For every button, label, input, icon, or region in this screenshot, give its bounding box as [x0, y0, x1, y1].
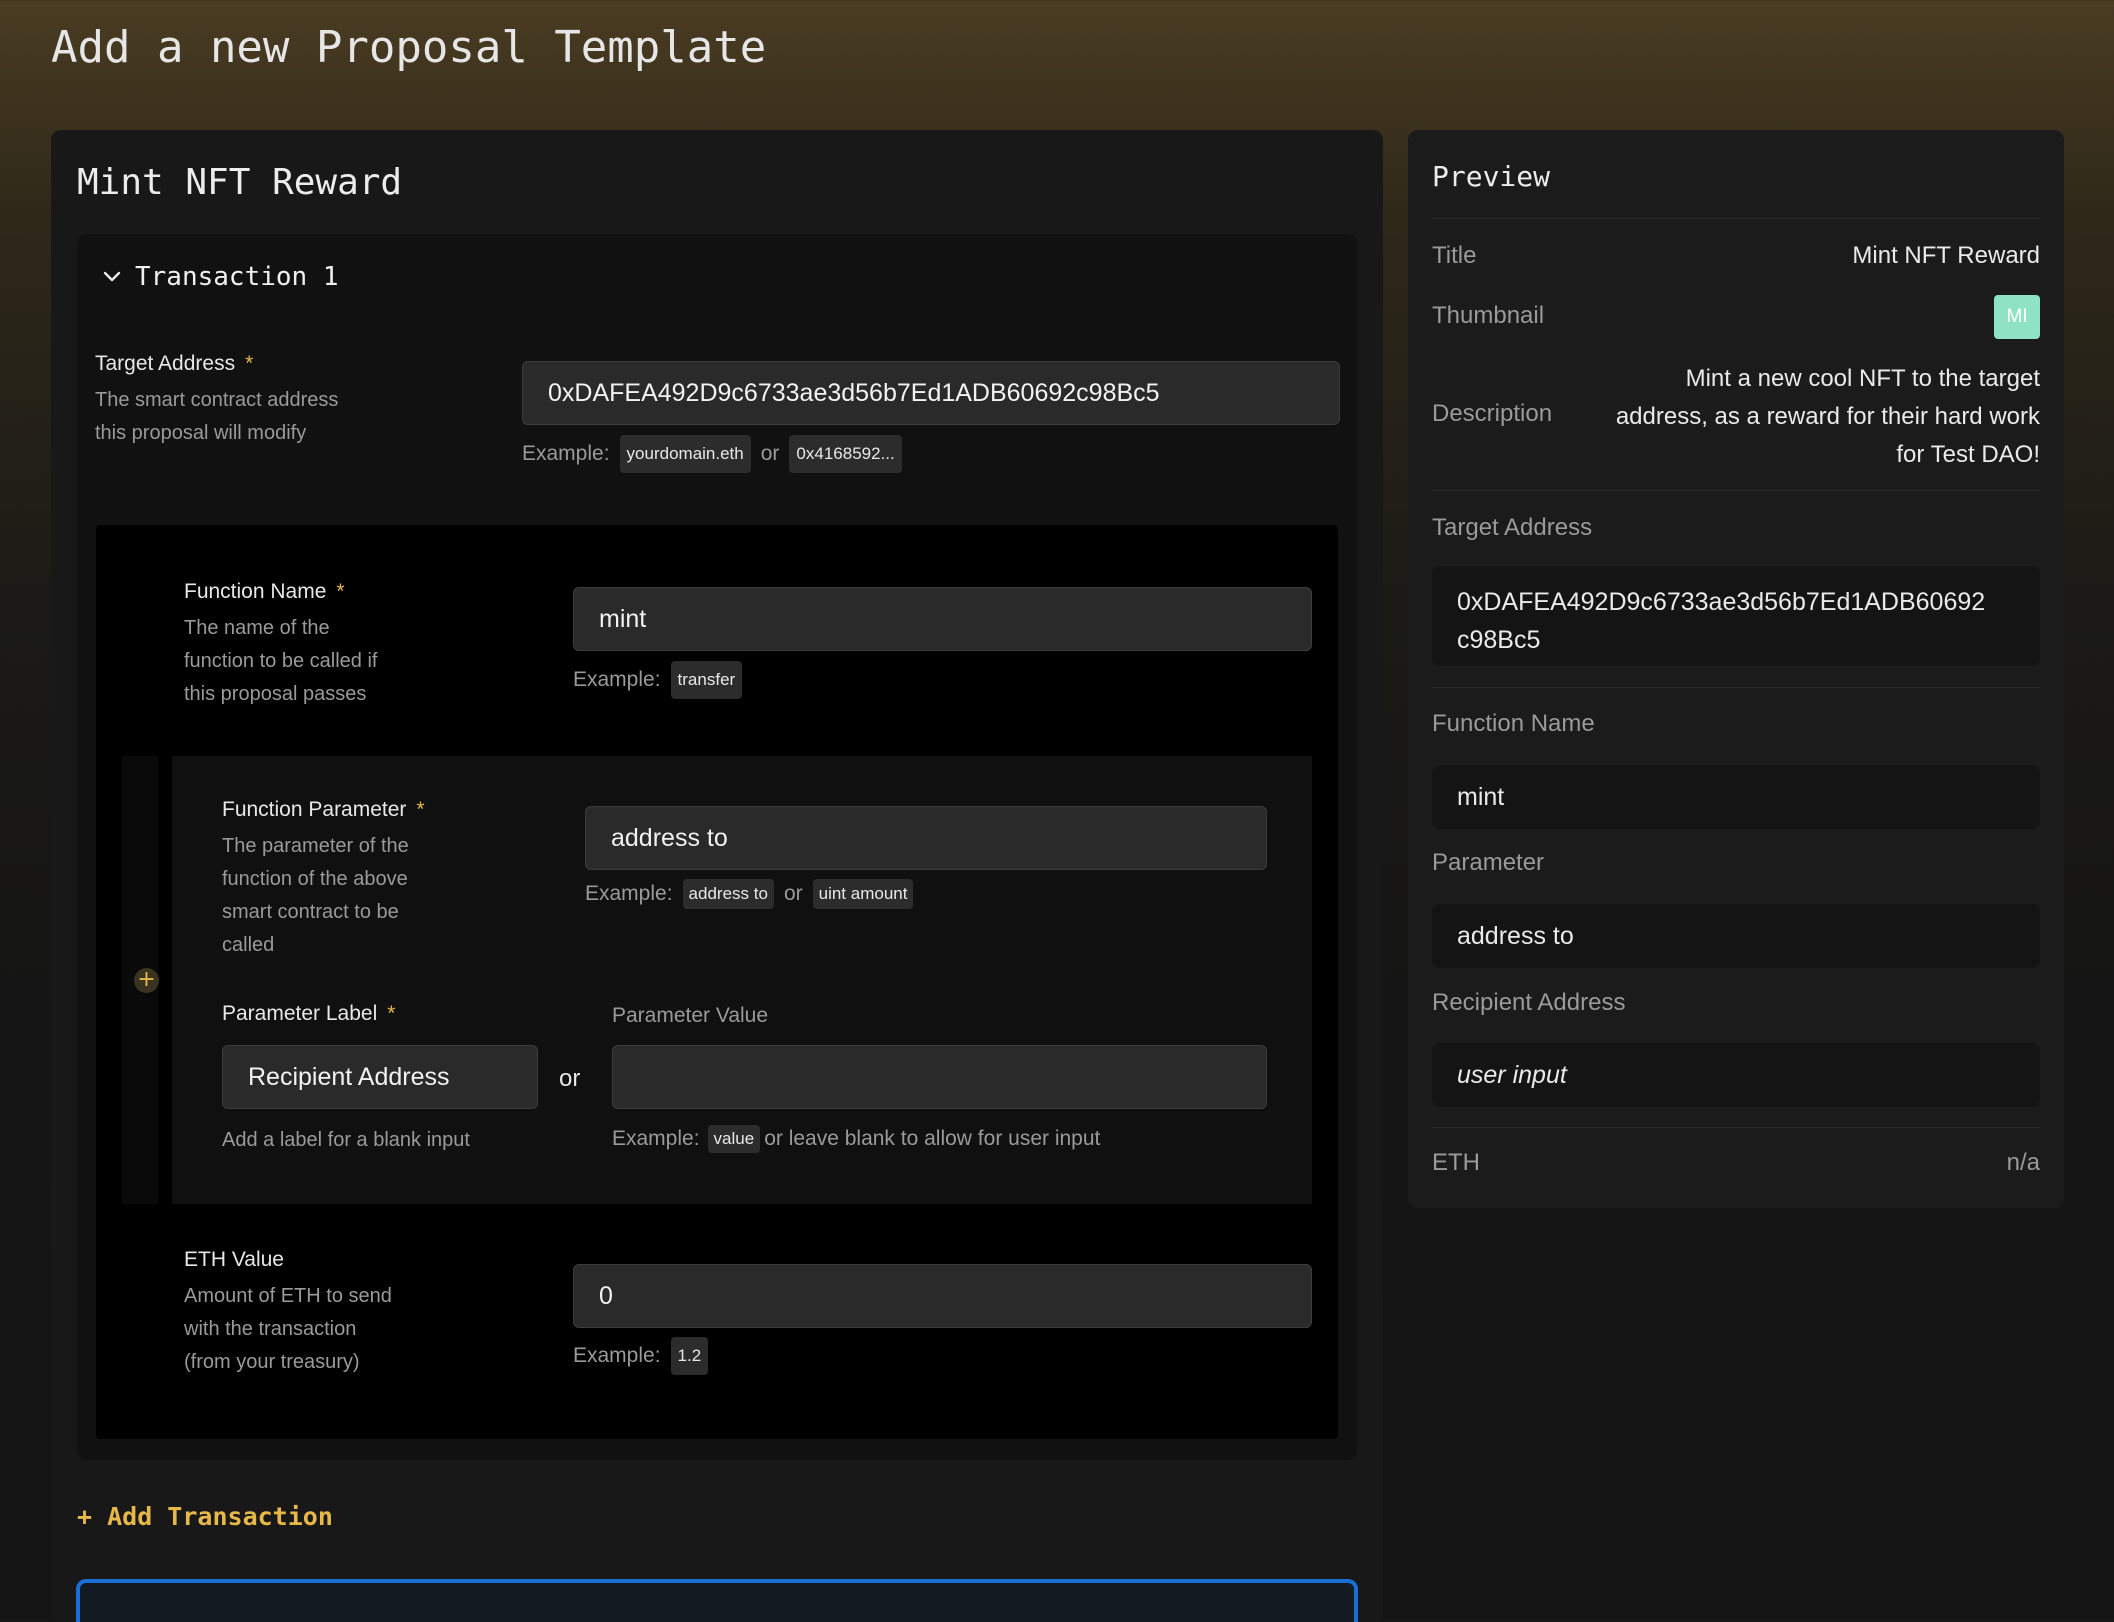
preview-function-label: Function Name [1432, 710, 1595, 737]
preview-description-label: Description [1432, 400, 1553, 427]
function-parameter-description: The parameter of the function of the abo… [222, 835, 409, 956]
example-code: yourdomain.eth [619, 435, 751, 473]
preview-panel: Preview Title Mint NFT Reward Thumbnail … [1408, 130, 2064, 1208]
example-code: 1.2 [670, 1337, 709, 1375]
transaction-title: Transaction 1 [135, 262, 339, 292]
required-marker: * [336, 580, 345, 603]
preview-thumbnail-label: Thumbnail [1432, 302, 1545, 329]
example-code: 0x4168592... [789, 435, 902, 473]
preview-recipient-label: Recipient Address [1432, 989, 1626, 1016]
transaction-card: Transaction 1 Target Address * The smart … [77, 234, 1357, 1460]
function-parameter-example: Example: address to or uint amount [585, 879, 914, 909]
example-code: transfer [670, 661, 743, 699]
parameter-label-hint: Add a label for a blank input [222, 1129, 470, 1151]
or-separator: or [559, 1065, 581, 1092]
preview-title: Preview [1432, 160, 1551, 193]
parameter-value-example: Example: value or leave blank to allow f… [612, 1125, 1100, 1153]
function-call-box: Function Name * The name of the function … [96, 525, 1338, 1439]
preview-recipient-value: user input [1432, 1043, 2040, 1107]
preview-description-value: Mint a new cool NFT to the target addres… [1615, 365, 2040, 468]
divider [1432, 218, 2040, 219]
template-title: Mint NFT Reward [77, 162, 403, 203]
target-address-input[interactable] [522, 361, 1340, 425]
eth-value-description: Amount of ETH to send with the transacti… [184, 1285, 392, 1373]
function-name-input[interactable] [573, 587, 1312, 651]
function-name-example: Example: transfer [573, 661, 743, 699]
transaction-toggle[interactable]: Transaction 1 [101, 262, 339, 292]
eth-value-example: Example: 1.2 [573, 1337, 709, 1375]
example-code: uint amount [812, 879, 914, 909]
function-parameter-input[interactable] [585, 806, 1267, 870]
plus-circle-icon[interactable]: + [134, 968, 159, 993]
required-marker: * [416, 798, 425, 821]
preview-eth-label: ETH [1432, 1149, 1480, 1176]
page-title: Add a new Proposal Template [51, 22, 767, 73]
preview-parameter-label: Parameter [1432, 849, 1545, 876]
preview-target-label: Target Address [1432, 514, 1593, 541]
parameter-rail: + [122, 756, 172, 1204]
required-marker: * [387, 1002, 396, 1025]
parameter-value-input[interactable] [612, 1045, 1267, 1109]
function-name-label: Function Name [184, 580, 327, 603]
function-parameter-label-group: Function Parameter * The parameter of the… [222, 798, 425, 962]
focused-input-box[interactable] [76, 1579, 1358, 1622]
function-name-description: The name of the function to be called if… [184, 617, 378, 705]
preview-parameter-value: address to [1432, 904, 2040, 968]
function-parameter-label: Function Parameter [222, 798, 407, 821]
parameter-label-label: Parameter Label [222, 1002, 378, 1025]
divider [1432, 687, 2040, 688]
preview-title-label: Title [1432, 242, 1477, 269]
eth-value-label: ETH Value [184, 1248, 284, 1271]
parameter-label-input[interactable] [222, 1045, 538, 1109]
eth-value-input[interactable] [573, 1264, 1312, 1328]
preview-eth-value: n/a [2006, 1149, 2040, 1176]
target-address-description: The smart contract address this proposal… [95, 389, 339, 444]
divider [1432, 1127, 2040, 1128]
target-address-example: Example: yourdomain.eth or 0x4168592... [522, 435, 902, 473]
add-transaction-button[interactable]: + Add Transaction [77, 1502, 333, 1531]
thumbnail-avatar: MI [1994, 295, 2040, 339]
template-editor-panel: Mint NFT Reward Transaction 1 Target Add… [51, 130, 1383, 1622]
example-code: address to [682, 879, 774, 909]
target-address-label: Target Address [95, 352, 236, 375]
divider [1432, 490, 2040, 491]
required-marker: * [245, 352, 254, 375]
eth-value-label-group: ETH Value Amount of ETH to send with the… [184, 1248, 392, 1379]
preview-title-value: Mint NFT Reward [1852, 242, 2040, 269]
function-parameter-box: + Function Parameter * The parameter of t… [122, 756, 1312, 1204]
preview-function-value: mint [1432, 765, 2040, 829]
parameter-value-label: Parameter Value [612, 1004, 769, 1027]
preview-target-value: 0xDAFEA492D9c6733ae3d56b7Ed1ADB60692 c98… [1432, 566, 2040, 666]
target-address-label-group: Target Address * The smart contract addre… [95, 352, 338, 450]
function-name-label-group: Function Name * The name of the function … [184, 580, 377, 711]
chevron-down-icon [103, 271, 121, 282]
example-code: value [707, 1125, 761, 1153]
